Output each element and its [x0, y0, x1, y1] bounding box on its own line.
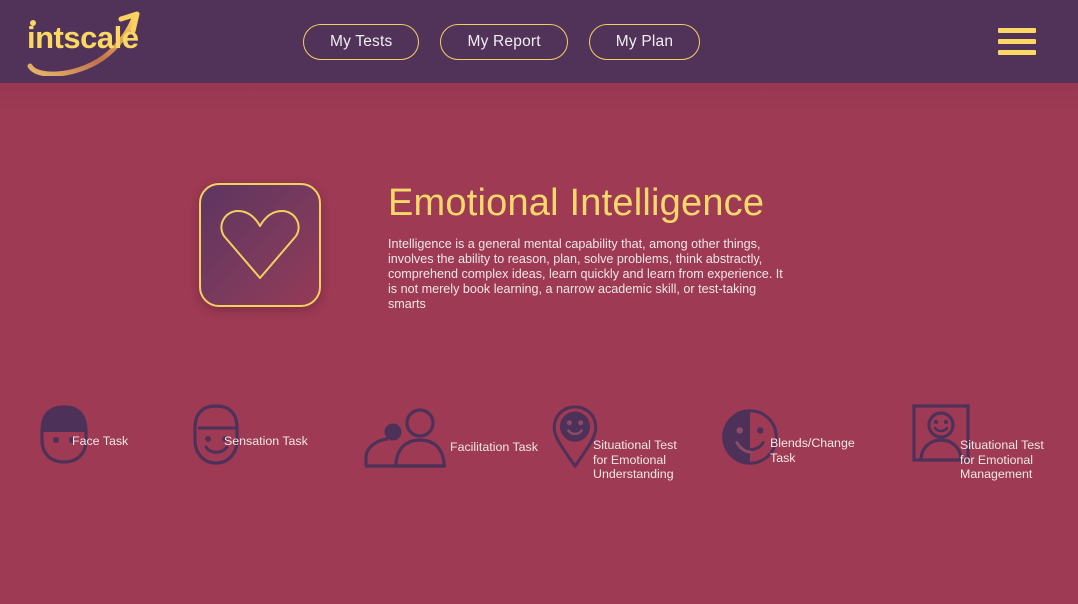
- task-label: Situational Test for Emotional Managemen…: [960, 438, 1044, 482]
- task-item-blends-change[interactable]: Blends/Change Task: [720, 404, 855, 470]
- task-item-face[interactable]: Face Task: [34, 402, 128, 468]
- page-title: Emotional Intelligence: [388, 182, 765, 224]
- task-list: Face Task Sensation Task Facilitation Ta…: [0, 400, 1078, 510]
- task-item-situational-management[interactable]: Situational Test for Emotional Managemen…: [908, 400, 1044, 482]
- heart-icon: [220, 210, 300, 279]
- nav-my-report[interactable]: My Report: [440, 24, 568, 60]
- nav-my-plan[interactable]: My Plan: [588, 24, 701, 60]
- hamburger-bar-3: [998, 50, 1036, 55]
- hamburger-bar-2: [998, 39, 1036, 44]
- task-label: Sensation Task: [224, 434, 308, 448]
- task-item-sensation[interactable]: Sensation Task: [186, 402, 308, 468]
- emotional-intelligence-card[interactable]: [199, 183, 321, 307]
- svg-text:intscale: intscale: [27, 20, 139, 55]
- task-label: Blends/Change Task: [770, 436, 855, 465]
- task-item-facilitation[interactable]: Facilitation Task: [362, 406, 538, 472]
- main-nav: My Tests My Report My Plan: [303, 24, 701, 60]
- two-people-icon: [364, 408, 446, 468]
- hamburger-menu-icon[interactable]: [998, 28, 1036, 55]
- hero-text-block: Emotional Intelligence Intelligence is a…: [388, 181, 808, 312]
- site-header: intscale My Tests My Report My Plan: [0, 0, 1078, 83]
- intscale-arrow-logo: intscale: [27, 11, 140, 76]
- brand-logo[interactable]: intscale: [22, 6, 157, 76]
- hamburger-bar-1: [998, 28, 1036, 33]
- task-label: Face Task: [72, 434, 129, 448]
- task-item-situational-understanding[interactable]: Situational Test for Emotional Understan…: [545, 404, 677, 482]
- task-label: Situational Test for Emotional Understan…: [593, 438, 677, 482]
- page-description: Intelligence is a general mental capabil…: [388, 237, 783, 311]
- nav-my-tests[interactable]: My Tests: [303, 24, 420, 60]
- task-label: Facilitation Task: [450, 440, 538, 454]
- page-root: intscale My Tests My Report My Plan Emot…: [0, 0, 1078, 604]
